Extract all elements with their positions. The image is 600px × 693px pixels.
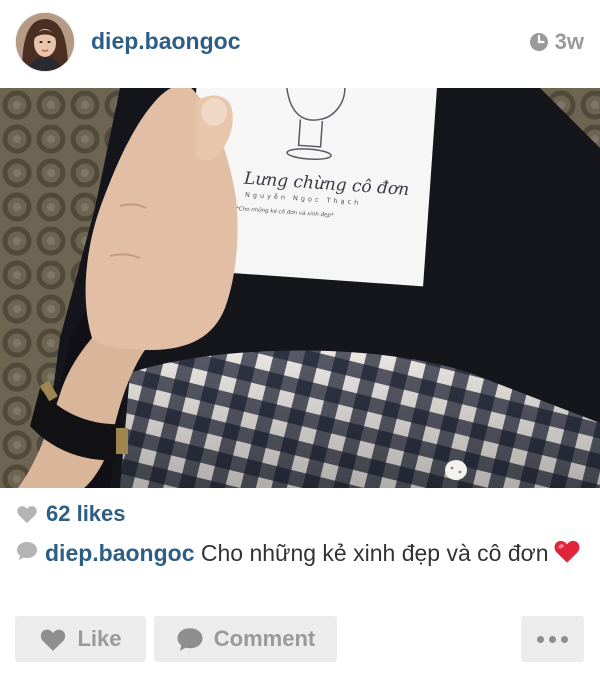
caption-username-link[interactable]: diep.baongoc bbox=[45, 540, 195, 566]
red-heart-emoji-icon bbox=[554, 540, 579, 563]
caption-text: Cho những kẻ xinh đẹp và cô đơn bbox=[200, 540, 549, 566]
like-button[interactable]: Like bbox=[15, 616, 146, 662]
like-button-label: Like bbox=[77, 626, 122, 651]
heart-icon bbox=[41, 629, 66, 651]
heart-icon bbox=[17, 506, 37, 524]
likes-row: 62 likes bbox=[16, 501, 126, 527]
caption-row: diep.baongoc Cho những kẻ xinh đẹp và cô… bbox=[16, 537, 586, 570]
likes-count[interactable]: 62 likes bbox=[46, 501, 126, 527]
comment-button[interactable]: Comment bbox=[154, 616, 337, 662]
speech-bubble-icon bbox=[177, 627, 203, 651]
comment-button-label: Comment bbox=[213, 626, 316, 651]
ellipsis-icon bbox=[537, 635, 568, 643]
caption: diep.baongoc Cho những kẻ xinh đẹp và cô… bbox=[45, 537, 586, 570]
post-photo[interactable]: Lưng chừng cô đơn Nguyễn Ngọc Thạch *Cho… bbox=[0, 88, 600, 488]
clock-icon bbox=[529, 33, 548, 51]
more-options-button[interactable] bbox=[521, 616, 584, 662]
post-header: diep.baongoc 3w bbox=[0, 0, 600, 88]
avatar[interactable] bbox=[16, 13, 74, 71]
time-ago: 3w bbox=[554, 29, 584, 54]
speech-bubble-icon bbox=[17, 542, 37, 560]
username-link[interactable]: diep.baongoc bbox=[91, 28, 241, 55]
post-timestamp: 3w bbox=[529, 29, 584, 55]
